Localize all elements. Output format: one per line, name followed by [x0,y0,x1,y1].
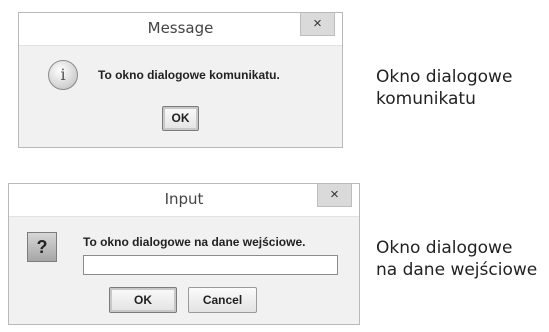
close-icon: × [330,186,339,203]
message-dialog-titlebar: Message × [19,13,342,46]
input-text-field[interactable] [83,255,338,275]
question-icon: ? [27,232,57,262]
close-icon: × [313,15,322,32]
input-cancel-button[interactable]: Cancel [188,287,257,313]
message-text: To okno dialogowe komunikatu. [98,68,280,82]
input-prompt: To okno dialogowe na dane wejściowe. [83,235,306,249]
message-dialog-title: Message [147,19,214,37]
input-dialog: Input × ? To okno dialogowe na dane wejś… [8,183,360,325]
input-dialog-caption: Okno dialogowe na dane wejściowe [376,237,537,281]
message-dialog: Message × i To okno dialogowe komunikatu… [18,12,343,148]
input-caption-line2: na dane wejściowe [376,260,538,280]
message-caption-line2: komunikatu [376,89,476,109]
message-ok-button[interactable]: OK [162,106,199,131]
info-icon: i [48,60,78,90]
message-dialog-close-button[interactable]: × [300,13,335,36]
input-dialog-close-button[interactable]: × [317,184,352,207]
message-dialog-caption: Okno dialogowe komunikatu [376,66,512,110]
input-dialog-titlebar: Input × [9,184,359,217]
message-caption-line1: Okno dialogowe [376,67,513,87]
input-dialog-title: Input [164,190,204,208]
input-caption-line1: Okno dialogowe [376,238,513,258]
input-ok-button[interactable]: OK [109,287,177,313]
